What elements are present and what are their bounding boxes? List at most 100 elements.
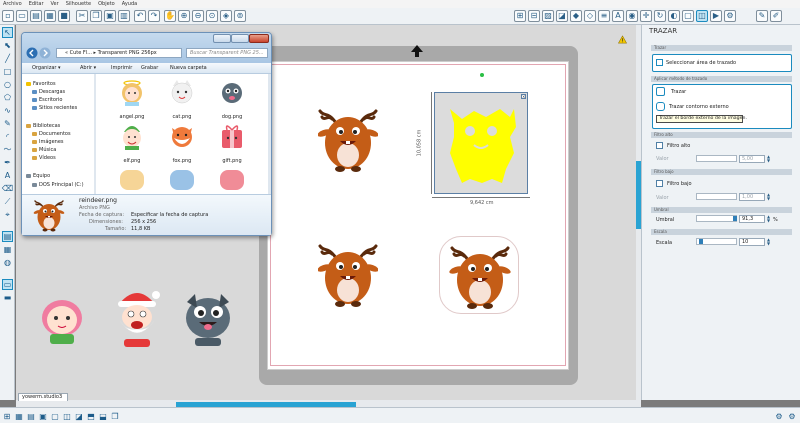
zoom-in-icon[interactable]: ⊕ bbox=[178, 10, 190, 22]
send-icon[interactable]: ▶ bbox=[710, 10, 722, 22]
freehand-tool-icon[interactable]: ✎ bbox=[2, 118, 13, 129]
file-item[interactable]: dog.png bbox=[210, 78, 254, 120]
trace-button[interactable]: Trazar bbox=[671, 89, 686, 95]
weld-icon[interactable]: ◐ bbox=[668, 10, 680, 22]
organize-button[interactable]: Organizar ▾ bbox=[32, 65, 61, 71]
print-button[interactable]: Imprimir bbox=[111, 65, 132, 71]
file-explorer-window[interactable]: « Cute Fl... ▸ Transparent PNG 256px Bus… bbox=[21, 32, 272, 236]
eraser-icon[interactable]: ✎ bbox=[756, 10, 768, 22]
file-item[interactable]: gift.png bbox=[210, 122, 254, 164]
zoom-fit-icon[interactable]: ⊚ bbox=[234, 10, 246, 22]
library-icon[interactable]: ▤ bbox=[30, 10, 42, 22]
nav-libraries[interactable]: Bibliotecas bbox=[26, 123, 60, 129]
nav-item-desktop[interactable]: Escritorio bbox=[32, 97, 62, 103]
rotate-handle[interactable] bbox=[480, 73, 484, 77]
replicate-icon[interactable]: ▨ bbox=[542, 10, 554, 22]
pen-tool-icon[interactable]: ✒ bbox=[2, 157, 13, 168]
library-panel-icon[interactable]: ▤ bbox=[2, 231, 13, 242]
align-icon[interactable]: ⊟ bbox=[528, 10, 540, 22]
scale-value-input[interactable]: 10 bbox=[739, 238, 765, 246]
paste-icon[interactable]: ▣ bbox=[104, 10, 116, 22]
scale-slider-thumb[interactable] bbox=[699, 239, 703, 244]
address-bar[interactable]: « Cute Fl... ▸ Transparent PNG 256px bbox=[56, 48, 182, 58]
burn-button[interactable]: Grabar bbox=[141, 65, 158, 71]
design-store-icon[interactable]: ▦ bbox=[2, 244, 13, 255]
santa-character[interactable] bbox=[108, 283, 166, 349]
duplicate-icon[interactable]: ❐ bbox=[110, 411, 120, 421]
threshold-value-input[interactable]: 91,3 bbox=[739, 215, 765, 223]
release-compound-icon[interactable]: ◪ bbox=[74, 411, 84, 421]
menu-silhouette[interactable]: Silhouette bbox=[66, 1, 91, 7]
show-grid-icon[interactable]: ⊞ bbox=[2, 411, 12, 421]
make-compound-icon[interactable]: ◫ bbox=[62, 411, 72, 421]
nav-favorites[interactable]: Favoritos bbox=[26, 81, 56, 87]
selection-corner-handle[interactable]: × bbox=[521, 94, 526, 99]
zoom-out-icon[interactable]: ⊖ bbox=[192, 10, 204, 22]
highpass-spinner-icon[interactable]: ▲ ▼ bbox=[766, 155, 771, 163]
detail-date-value[interactable]: Especificar la fecha de captura bbox=[131, 212, 208, 218]
reindeer-image-1[interactable] bbox=[318, 103, 378, 175]
file-item[interactable]: fox.png bbox=[160, 122, 204, 164]
menu-ver[interactable]: Ver bbox=[51, 1, 59, 7]
trace-icon[interactable]: ◫ bbox=[696, 10, 708, 22]
file-item[interactable]: cat.png bbox=[160, 78, 204, 120]
nav-item-documents[interactable]: Documentos bbox=[32, 131, 71, 137]
minimize-button[interactable] bbox=[213, 34, 231, 43]
cut-icon[interactable]: ✂ bbox=[76, 10, 88, 22]
reindeer-image-2[interactable] bbox=[318, 238, 378, 310]
grid-icon[interactable]: ⊞ bbox=[514, 10, 526, 22]
online-icon[interactable]: ◍ bbox=[2, 257, 13, 268]
back-arrow-icon[interactable] bbox=[26, 47, 38, 59]
eyedropper-tool-icon[interactable]: ⌖ bbox=[2, 209, 13, 220]
line-tool-icon[interactable]: ╱ bbox=[2, 53, 13, 64]
polygon-tool-icon[interactable]: ⬠ bbox=[2, 92, 13, 103]
settings-gear-icon[interactable]: ⚙ bbox=[774, 411, 784, 421]
send-back-icon[interactable]: ⬓ bbox=[98, 411, 108, 421]
file-item[interactable]: angel.png bbox=[110, 78, 154, 120]
highpass-slider[interactable] bbox=[696, 155, 737, 162]
store-icon[interactable]: ▦ bbox=[44, 10, 56, 22]
offset-icon[interactable]: ◉ bbox=[626, 10, 638, 22]
scale-spinner-icon[interactable]: ▲ ▼ bbox=[766, 238, 771, 246]
curve-tool-icon[interactable]: ∿ bbox=[2, 105, 13, 116]
knife-tool-icon[interactable]: ⟋ bbox=[2, 196, 13, 207]
highpass-checkbox[interactable] bbox=[656, 142, 663, 149]
maximize-button[interactable] bbox=[231, 34, 249, 43]
eraser-tool-icon[interactable]: ⌫ bbox=[2, 183, 13, 194]
dog-character[interactable] bbox=[181, 288, 236, 348]
line-color-icon[interactable]: ◇ bbox=[584, 10, 596, 22]
delete-icon[interactable]: ▥ bbox=[118, 10, 130, 22]
design-view-icon[interactable]: ▭ bbox=[2, 279, 13, 290]
threshold-slider-thumb[interactable] bbox=[733, 216, 737, 221]
select-tool-icon[interactable]: ↖ bbox=[2, 27, 13, 38]
text-tool-icon[interactable]: A bbox=[2, 170, 13, 181]
threshold-spinner-icon[interactable]: ▲ ▼ bbox=[766, 215, 771, 223]
file-scrollbar[interactable] bbox=[268, 74, 271, 194]
preferences-gear-icon[interactable]: ⚙ bbox=[787, 411, 797, 421]
lowpass-checkbox[interactable] bbox=[656, 180, 663, 187]
copy-icon[interactable]: ❐ bbox=[90, 10, 102, 22]
ellipse-tool-icon[interactable]: ○ bbox=[2, 79, 13, 90]
vertical-scroll-thumb[interactable] bbox=[636, 161, 641, 229]
transform-icon[interactable]: ✛ bbox=[640, 10, 652, 22]
new-folder-button[interactable]: Nueva carpeta bbox=[170, 65, 207, 71]
split-view-icon[interactable]: ▬ bbox=[2, 292, 13, 303]
close-button[interactable] bbox=[249, 34, 269, 43]
menu-archivo[interactable]: Archivo bbox=[3, 1, 22, 7]
ungroup-icon[interactable]: ▢ bbox=[50, 411, 60, 421]
explorer-titlebar[interactable]: « Cute Fl... ▸ Transparent PNG 256px Bus… bbox=[22, 33, 271, 63]
modify-icon[interactable]: ◪ bbox=[556, 10, 568, 22]
zoom-select-icon[interactable]: ⊙ bbox=[206, 10, 218, 22]
reindeer-image-offset[interactable] bbox=[449, 240, 511, 312]
forward-arrow-icon[interactable] bbox=[39, 47, 51, 59]
show-ruler-icon[interactable]: ▦ bbox=[14, 411, 24, 421]
trace-outer-button[interactable]: Trazar contorno externo bbox=[669, 104, 729, 110]
highpass-value-input[interactable]: 5,00 bbox=[739, 155, 765, 163]
search-input[interactable]: Buscar Transparent PNG 25... bbox=[186, 48, 268, 58]
select-trace-area-button[interactable]: Seleccionar área de trazado bbox=[652, 54, 792, 72]
rectangle-tool-icon[interactable]: □ bbox=[2, 66, 13, 77]
open-folder-icon[interactable]: ▭ bbox=[16, 10, 28, 22]
redo-icon[interactable]: ↷ bbox=[148, 10, 160, 22]
threshold-slider[interactable] bbox=[696, 215, 737, 222]
open-button[interactable]: Abrir ▾ bbox=[80, 65, 96, 71]
